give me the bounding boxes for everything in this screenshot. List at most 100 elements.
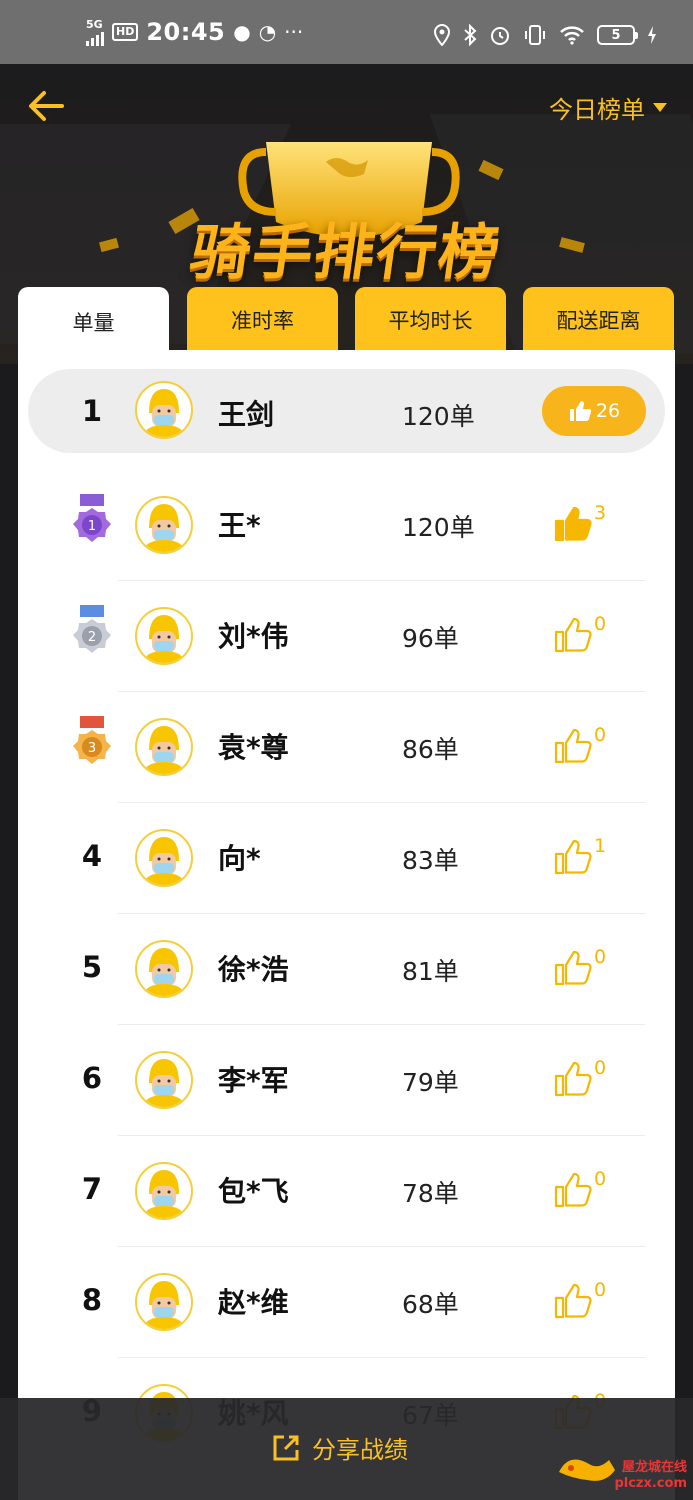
like-count: 26 (595, 400, 621, 422)
status-bar: 5G HD 20:45 ● ◔ ··· 5 (0, 0, 693, 64)
avatar (135, 607, 193, 665)
more-dots-icon: ··· (284, 20, 304, 44)
chat-bubble-icon: ● (233, 20, 251, 44)
order-count: 68单 (402, 1290, 459, 1319)
share-label: 分享战绩 (312, 1436, 408, 1464)
watermark-line1: 屋龙城在线 (621, 1460, 687, 1475)
like-button[interactable]: 0 (554, 1168, 606, 1208)
ranking-period-label: 今日榜单 (549, 96, 645, 124)
table-row: 8 赵*维 68单 0 (18, 1247, 675, 1358)
signal-icon (86, 30, 104, 46)
share-icon (273, 1435, 299, 1460)
avatar (135, 1051, 193, 1109)
like-button[interactable]: 0 (554, 613, 606, 653)
avatar (135, 1162, 193, 1220)
rider-name: 袁*尊 (218, 731, 289, 764)
thumbs-up-icon (554, 1283, 592, 1319)
footer-bar: 分享战绩 屋龙城在线 plczx.com (0, 1398, 693, 1500)
rank-number: 5 (81, 950, 103, 984)
silver-medal-icon: 2 (73, 605, 111, 653)
like-count: 0 (594, 613, 607, 635)
like-button[interactable]: 1 (554, 835, 606, 875)
rider-name: 徐*浩 (218, 953, 289, 986)
back-arrow-icon (29, 91, 64, 121)
rank-number: 8 (81, 1283, 103, 1317)
bronze-medal-icon: 3 (73, 716, 111, 764)
location-icon (433, 24, 451, 46)
tab-on-time-rate[interactable]: 准时率 (187, 287, 338, 353)
thumbs-up-icon (569, 401, 592, 421)
purple-medal-icon: 1 (73, 494, 111, 542)
thumbs-up-icon (554, 1172, 592, 1208)
svg-text:3: 3 (88, 741, 96, 756)
like-button[interactable]: 0 (554, 1057, 606, 1097)
rider-avatar-icon (143, 504, 185, 552)
svg-text:1: 1 (88, 519, 96, 534)
like-count: 3 (594, 502, 607, 524)
order-count: 79单 (402, 1068, 459, 1097)
rider-avatar-icon (143, 1281, 185, 1329)
like-button[interactable]: 26 (542, 386, 646, 436)
tab-orders[interactable]: 单量 (18, 287, 169, 357)
order-count: 120单 (402, 402, 475, 431)
like-count: 1 (594, 835, 607, 857)
svg-text:2: 2 (88, 630, 96, 645)
like-button[interactable]: 0 (554, 946, 606, 986)
vibrate-icon (525, 25, 545, 45)
my-ranking-row: 1 王剑 120单 26 (28, 369, 665, 453)
ranking-tabs: 单量 准时率 平均时长 配送距离 (18, 287, 675, 357)
clock: 20:45 (146, 18, 226, 46)
gauge-icon: ◔ (258, 20, 277, 44)
order-count: 81单 (402, 957, 459, 986)
like-button[interactable]: 0 (554, 1279, 606, 1319)
rider-name: 李*军 (218, 1064, 289, 1097)
like-button[interactable]: 0 (554, 724, 606, 764)
tab-delivery-distance[interactable]: 配送距离 (523, 287, 674, 353)
avatar (135, 1273, 193, 1331)
caret-down-icon (653, 103, 667, 112)
table-row: 6 李*军 79单 0 (18, 1025, 675, 1136)
rider-name: 包*飞 (218, 1175, 289, 1208)
table-row: 1 王* 120单 3 (18, 470, 675, 581)
network-type: 5G (86, 17, 103, 31)
rider-avatar-icon (143, 1059, 185, 1107)
thumbs-up-icon (554, 950, 592, 986)
rider-avatar-icon (143, 837, 185, 885)
like-count: 0 (594, 1279, 607, 1301)
rider-avatar-icon (143, 1170, 185, 1218)
rider-avatar-icon (143, 726, 185, 774)
rider-name: 向* (218, 842, 261, 875)
thumbs-up-icon (554, 728, 592, 764)
order-count: 78单 (402, 1179, 459, 1208)
rider-name: 王* (218, 509, 261, 542)
rank-number: 4 (81, 839, 103, 873)
tab-average-duration[interactable]: 平均时长 (355, 287, 506, 353)
like-count: 0 (594, 724, 607, 746)
order-count: 120单 (402, 513, 475, 542)
like-count: 0 (594, 1168, 607, 1190)
alarm-icon (491, 27, 509, 45)
like-button[interactable]: 3 (554, 502, 606, 542)
thumbs-up-icon (554, 839, 592, 875)
share-button[interactable]: 分享战绩 (272, 1430, 408, 1465)
thumbs-up-icon (554, 617, 592, 653)
charging-icon (648, 26, 656, 44)
order-count: 83单 (402, 846, 459, 875)
table-row: 5 徐*浩 81单 0 (18, 914, 675, 1025)
hd-badge: HD (112, 23, 139, 41)
order-count: 86单 (402, 735, 459, 764)
battery-icon: 5 (597, 25, 638, 45)
rider-name: 刘*伟 (218, 620, 289, 653)
rider-avatar-icon (143, 948, 185, 996)
rider-avatar-icon (143, 615, 185, 663)
like-count: 0 (594, 946, 607, 968)
like-count: 0 (594, 1057, 607, 1079)
avatar (135, 940, 193, 998)
avatar (135, 829, 193, 887)
table-row: 7 包*飞 78单 0 (18, 1136, 675, 1247)
back-button[interactable] (26, 88, 66, 124)
thumbs-up-icon (554, 1061, 592, 1097)
watermark-text: 屋龙城在线 plczx.com (614, 1460, 687, 1492)
ranking-period-dropdown[interactable]: 今日榜单 (549, 90, 667, 125)
order-count: 96单 (402, 624, 459, 653)
